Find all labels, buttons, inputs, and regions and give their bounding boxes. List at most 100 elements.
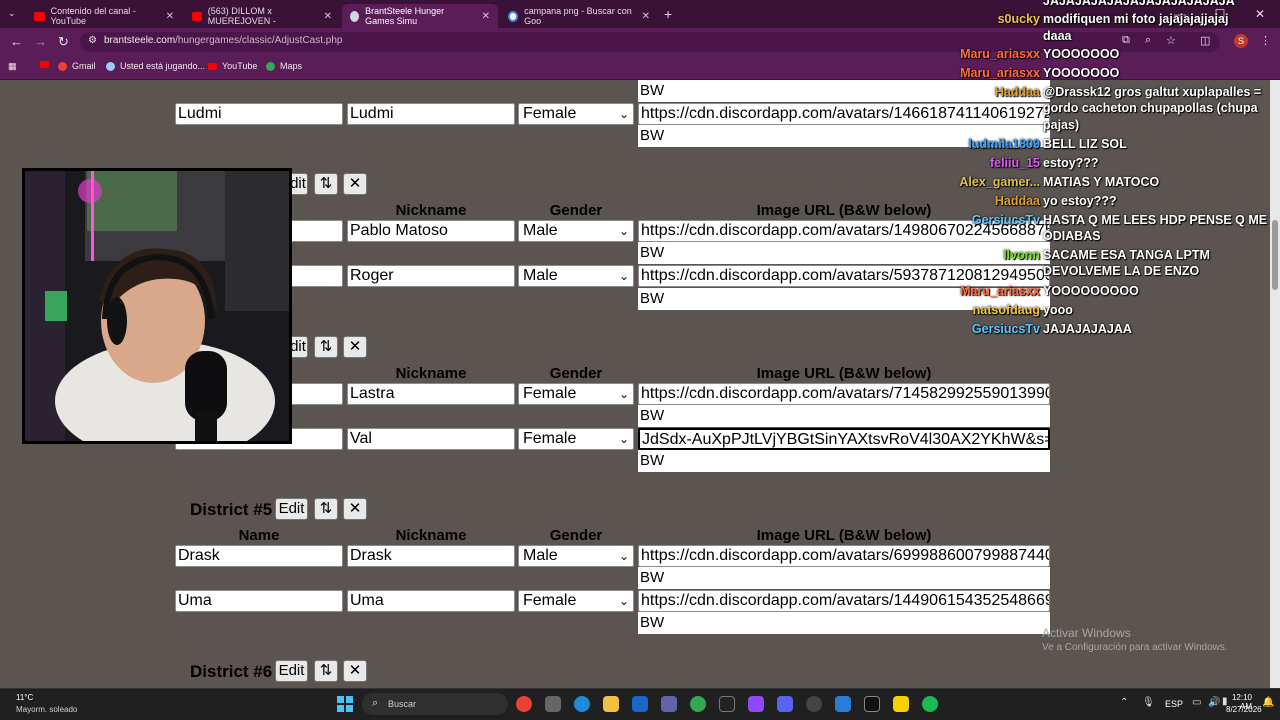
- profile-avatar[interactable]: S: [1234, 34, 1248, 48]
- notes-icon[interactable]: [893, 696, 909, 712]
- discord-icon[interactable]: [777, 696, 793, 712]
- tribute-image-url-input[interactable]: https://cdn.discordapp.com/avatars/69998…: [638, 545, 1050, 567]
- apps-grid-icon[interactable]: ▦: [8, 61, 17, 72]
- forward-arrow-icon[interactable]: →: [34, 34, 47, 49]
- url-text[interactable]: brantsteele.com/hungergames/classic/Adju…: [104, 35, 342, 46]
- bookmark-youtube[interactable]: [40, 61, 49, 68]
- obs-icon[interactable]: [806, 696, 822, 712]
- tribute-nickname-input[interactable]: Val: [347, 428, 515, 450]
- remove-district-button[interactable]: ✕: [343, 173, 367, 195]
- spotify-icon[interactable]: [922, 696, 938, 712]
- select-value: Female: [523, 105, 577, 122]
- close-tab-icon[interactable]: ✕: [482, 11, 490, 22]
- sort-district-button[interactable]: ⇅: [314, 498, 338, 520]
- site-info-icon[interactable]: ⚙: [88, 35, 97, 46]
- page-scrollbar[interactable]: [1270, 80, 1280, 688]
- tray-chevron-up-icon[interactable]: ⌃: [1120, 697, 1128, 708]
- microphone-icon[interactable]: 🎙: [1142, 697, 1155, 708]
- tribute-gender-select[interactable]: Female ⌄: [518, 383, 634, 405]
- sort-district-button[interactable]: ⇅: [314, 173, 338, 195]
- tribute-nickname-input[interactable]: Drask: [347, 545, 515, 567]
- sort-district-button[interactable]: ⇅: [314, 336, 338, 358]
- bookmark-maps[interactable]: Maps: [266, 61, 302, 71]
- windows-start-icon[interactable]: [337, 696, 353, 712]
- tribute-nickname-input[interactable]: Roger: [347, 265, 515, 287]
- close-tab-icon[interactable]: ✕: [166, 11, 174, 22]
- tribute-gender-select[interactable]: Male ⌄: [518, 545, 634, 567]
- epic-games-icon[interactable]: [719, 696, 735, 712]
- twitch-icon[interactable]: [748, 696, 764, 712]
- bookmark-youtube-2[interactable]: YouTube: [208, 61, 257, 71]
- bookmark-game[interactable]: Usted está jugando...: [106, 61, 205, 71]
- edit-district-button[interactable]: Edit: [275, 660, 308, 682]
- close-window-icon[interactable]: ✕: [1240, 0, 1280, 28]
- tribute-image-url-input[interactable]: https://cdn.discordapp.com/avatars/14661…: [638, 103, 1050, 125]
- chat-message-text: estoy???: [1043, 156, 1099, 170]
- bw-image-field[interactable]: BW: [638, 567, 1050, 589]
- bw-image-field[interactable]: BW: [638, 450, 1050, 472]
- tribute-gender-select[interactable]: Female ⌄: [518, 428, 634, 450]
- chrome-icon[interactable]: [516, 696, 532, 712]
- tab-youtube-video[interactable]: (563) DILLOM x MUEREJOVEN - ✕: [184, 4, 340, 28]
- tribute-image-url-input-focused[interactable]: JdSdx-AuXpPJtLVjYBGtSinYAXtsvRoV4l30AX2Y…: [638, 428, 1050, 450]
- task-view-icon[interactable]: [545, 696, 561, 712]
- close-tab-icon[interactable]: ✕: [324, 11, 332, 22]
- menu-kebab-icon[interactable]: ⋮: [1260, 34, 1271, 47]
- tribute-gender-select[interactable]: Female ⌄: [518, 590, 634, 612]
- app-icon[interactable]: [835, 696, 851, 712]
- bookmark-gmail[interactable]: Gmail: [58, 61, 96, 71]
- tribute-gender-select[interactable]: Male ⌄: [518, 220, 634, 242]
- tribute-gender-select[interactable]: Male ⌄: [518, 265, 634, 287]
- remove-district-button[interactable]: ✕: [343, 336, 367, 358]
- back-arrow-icon[interactable]: ←: [10, 34, 23, 49]
- tribute-nickname-input[interactable]: Lastra: [347, 383, 515, 405]
- scrollbar-thumb[interactable]: [1272, 220, 1278, 290]
- tab-youtube-channel[interactable]: Contenido del canal - YouTube ✕: [26, 4, 182, 28]
- language-indicator[interactable]: ESP: [1165, 699, 1183, 709]
- close-tab-icon[interactable]: ✕: [642, 11, 650, 22]
- network-icon[interactable]: ▭: [1192, 697, 1201, 708]
- tab-brantsteele[interactable]: BrantSteele Hunger Games Simu ✕: [342, 4, 498, 28]
- chat-username: Maru_ariasxx: [960, 66, 1040, 80]
- chevron-down-icon: ⌄: [618, 549, 629, 563]
- extensions-icon[interactable]: ◫: [1200, 34, 1210, 47]
- tribute-image-url-input[interactable]: https://cdn.discordapp.com/avatars/71458…: [638, 383, 1050, 405]
- translate-icon[interactable]: ⧉: [1122, 34, 1130, 47]
- sort-district-button[interactable]: ⇅: [314, 660, 338, 682]
- clock-date[interactable]: 8/27/2026: [1226, 705, 1262, 714]
- column-header-image: Image URL (B&W below): [756, 365, 932, 382]
- capcut-icon[interactable]: [864, 696, 880, 712]
- tribute-nickname-input[interactable]: Uma: [347, 590, 515, 612]
- weather-desc[interactable]: Mayorm. soleado: [16, 705, 77, 714]
- taskbar-search-input[interactable]: Buscar: [362, 693, 508, 715]
- tab-search-chevron-icon[interactable]: ⌄: [8, 8, 16, 19]
- notification-bell-icon[interactable]: 🔔: [1262, 697, 1274, 708]
- tab-google-search[interactable]: campana png - Buscar con Goo ✕: [500, 4, 658, 28]
- bookmark-star-icon[interactable]: ☆: [1166, 34, 1176, 47]
- tribute-name-input[interactable]: Drask: [175, 545, 343, 567]
- tribute-nickname-input[interactable]: Ludmi: [347, 103, 515, 125]
- outlook-icon[interactable]: [632, 696, 648, 712]
- reload-icon[interactable]: ↻: [58, 34, 69, 50]
- tribute-nickname-input[interactable]: Pablo Matoso: [347, 220, 515, 242]
- remove-district-button[interactable]: ✕: [343, 660, 367, 682]
- edit-district-button[interactable]: Edit: [275, 498, 308, 520]
- new-tab-plus-icon[interactable]: +: [664, 6, 672, 22]
- chat-username: ludmila1809: [968, 137, 1040, 151]
- teams-icon[interactable]: [661, 696, 677, 712]
- column-header-nickname: Nickname: [395, 527, 467, 544]
- tribute-name-input[interactable]: Uma: [175, 590, 343, 612]
- tribute-name-input[interactable]: Ludmi: [175, 103, 343, 125]
- volume-icon[interactable]: 🔊: [1208, 697, 1220, 708]
- tribute-gender-select[interactable]: Female ⌄: [518, 103, 634, 125]
- edge-icon[interactable]: [574, 696, 590, 712]
- zoom-icon[interactable]: ⌕: [1145, 34, 1151, 47]
- chrome-profile-icon[interactable]: [690, 696, 706, 712]
- google-icon: [508, 10, 519, 22]
- tribute-image-url-input[interactable]: https://cdn.discordapp.com/avatars/14490…: [638, 590, 1050, 612]
- file-explorer-icon[interactable]: [603, 696, 619, 712]
- bw-image-field[interactable]: BW: [638, 612, 1050, 634]
- weather-temp[interactable]: 11°C: [16, 693, 33, 702]
- remove-district-button[interactable]: ✕: [343, 498, 367, 520]
- bw-image-field[interactable]: BW: [638, 405, 1050, 427]
